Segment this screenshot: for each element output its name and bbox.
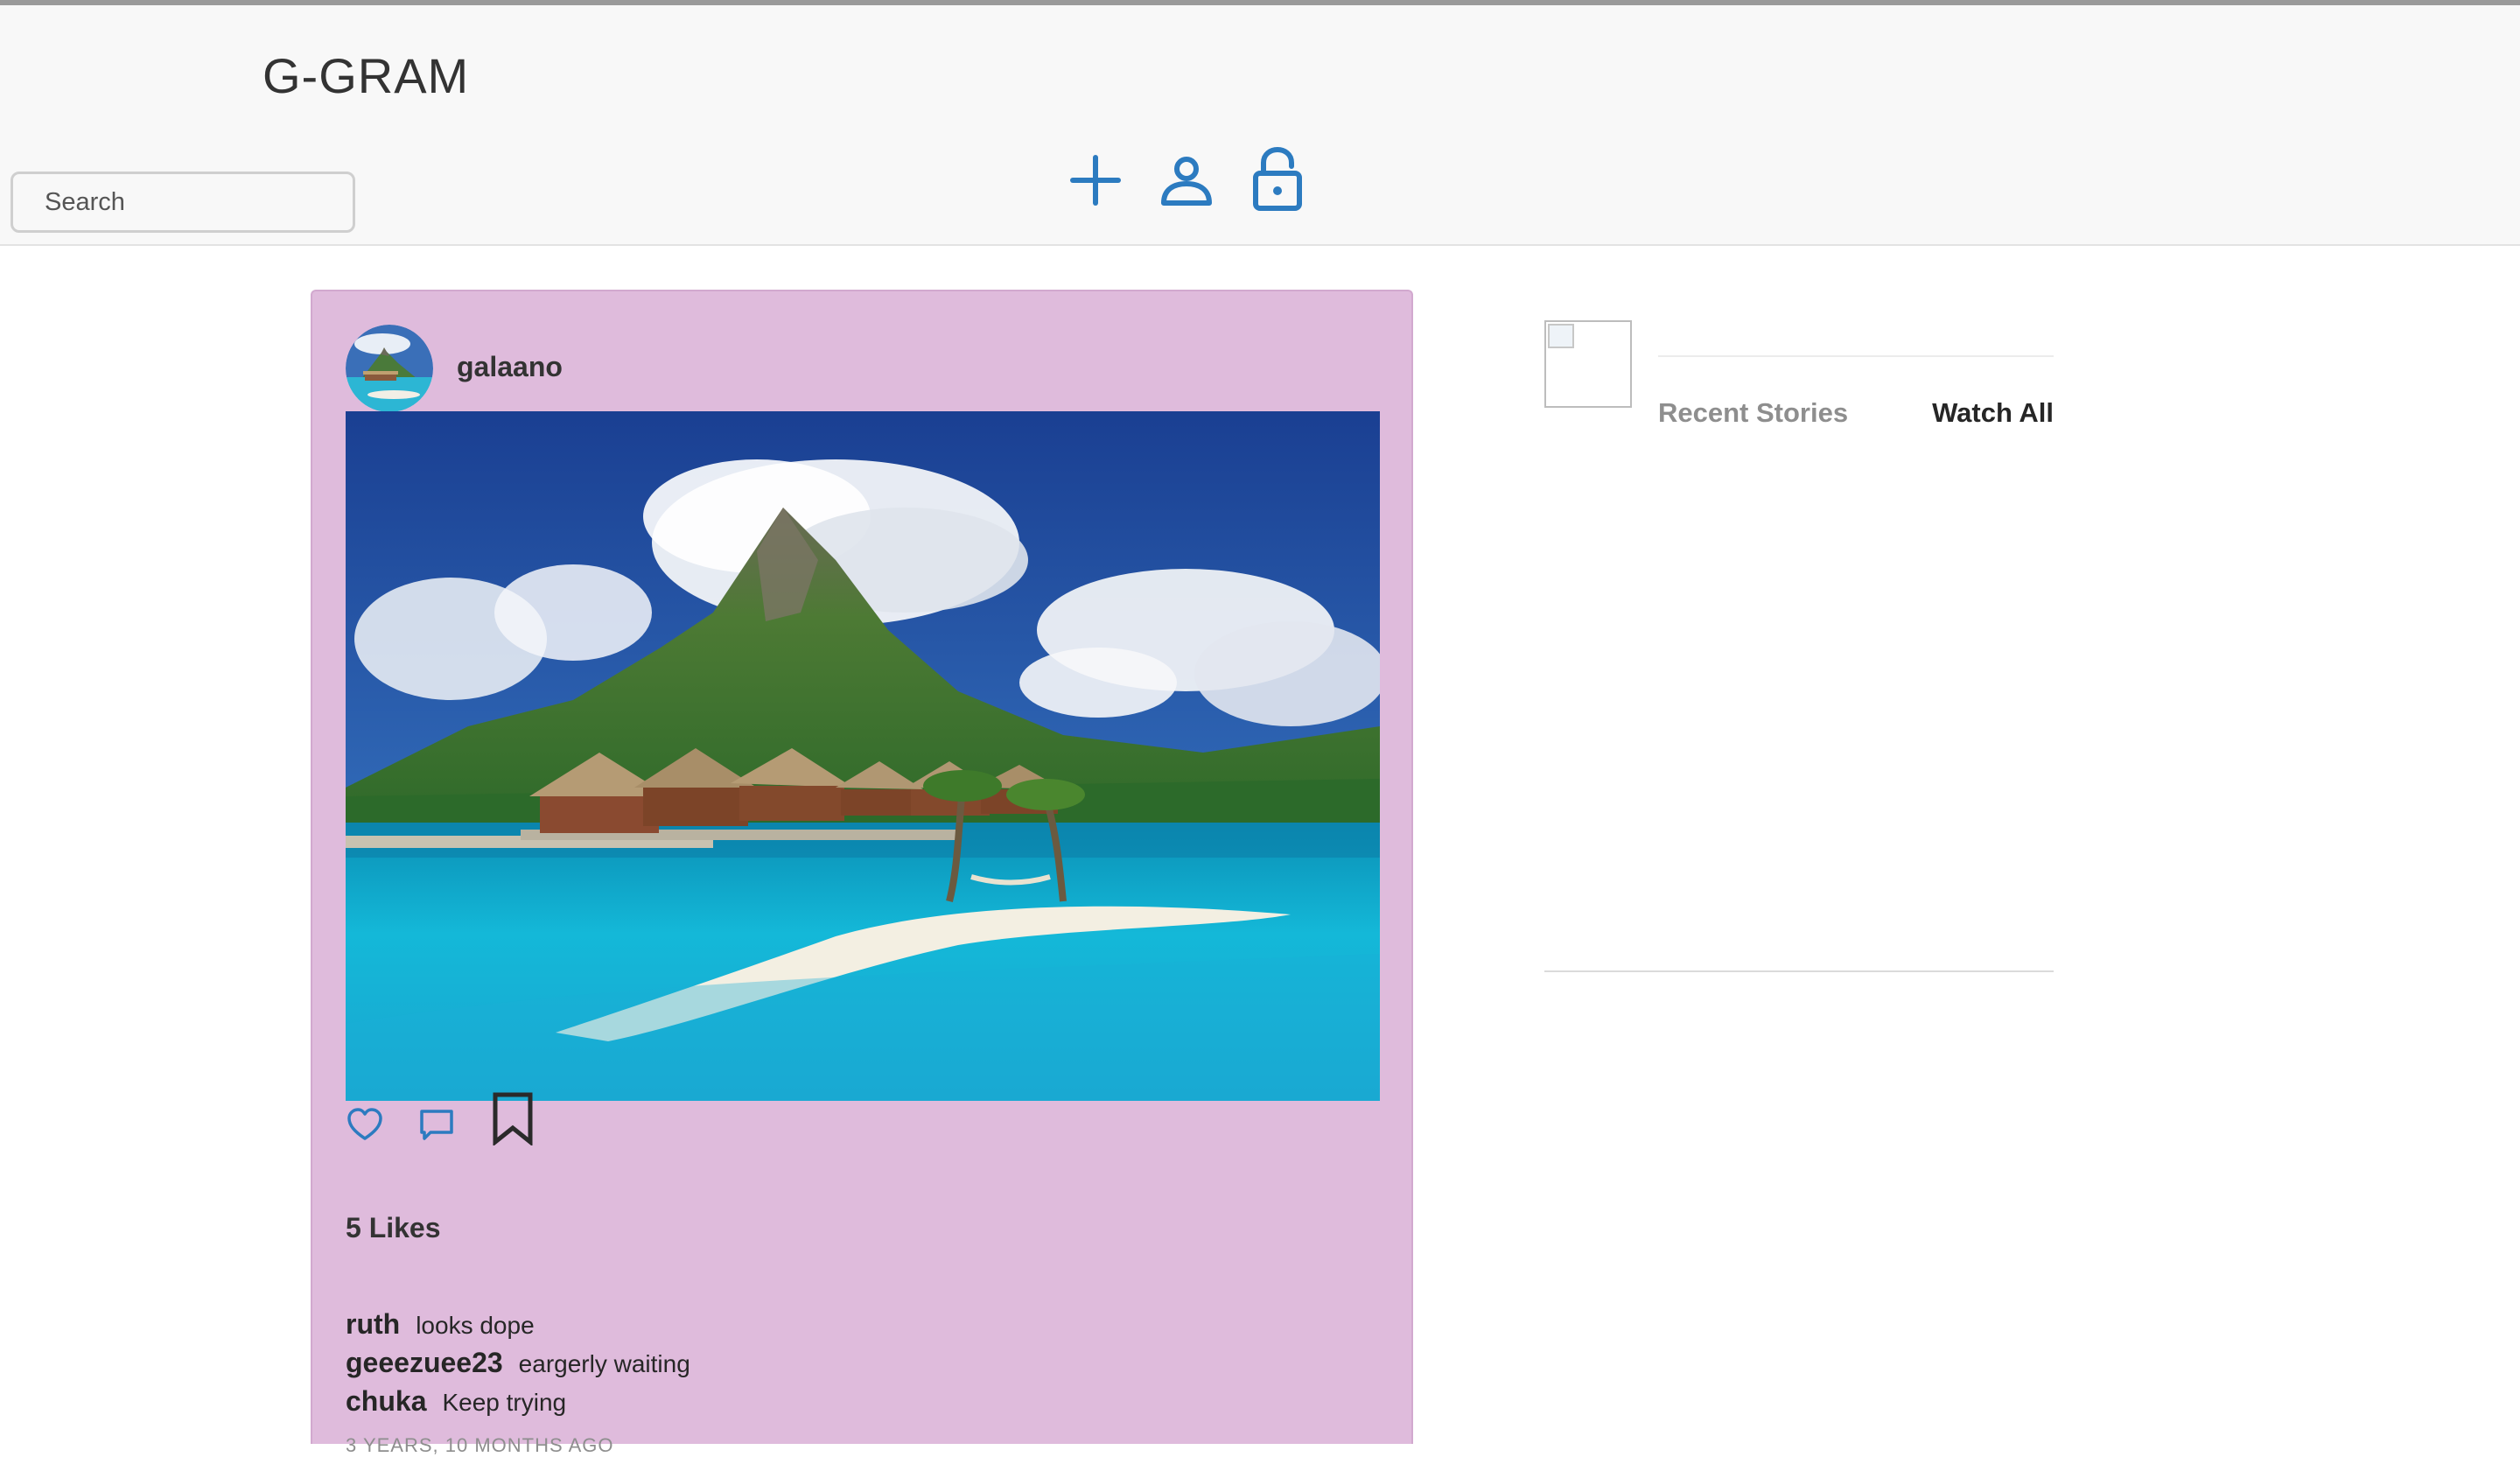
comment-username[interactable]: chuka xyxy=(346,1385,426,1417)
comment-icon[interactable] xyxy=(417,1105,456,1144)
post-image[interactable] xyxy=(346,411,1380,1101)
plus-icon[interactable] xyxy=(1066,145,1125,212)
broken-image-icon xyxy=(1548,324,1574,348)
user-icon[interactable] xyxy=(1157,145,1216,212)
comment-text: Keep trying xyxy=(442,1389,567,1416)
comment-text: looks dope xyxy=(416,1312,535,1339)
search-input[interactable] xyxy=(10,172,355,233)
post-username[interactable]: galaano xyxy=(457,351,563,383)
recent-stories-label: Recent Stories xyxy=(1658,397,1849,428)
comment-username[interactable]: geeezuee23 xyxy=(346,1347,503,1378)
comment-item: geeezuee23 eargerly waiting xyxy=(346,1343,690,1382)
comment-item: ruth looks dope xyxy=(346,1305,690,1343)
post-timestamp: 3 YEARS, 10 MONTHS AGO xyxy=(346,1434,614,1456)
divider xyxy=(1544,970,2054,972)
heart-icon[interactable] xyxy=(346,1105,384,1144)
nav-icon-group xyxy=(1066,145,1307,212)
profile-image-broken xyxy=(1544,320,1632,408)
unlock-icon[interactable] xyxy=(1248,145,1307,212)
bookmark-icon[interactable] xyxy=(490,1091,536,1145)
comment-text: eargerly waiting xyxy=(518,1350,690,1377)
post-card: galaano 5 Likes ruth looks dope geeezuee… xyxy=(311,290,1413,1456)
brand-logo[interactable]: G-GRAM xyxy=(262,47,469,104)
comments-list: ruth looks dope geeezuee23 eargerly waitin… xyxy=(346,1305,690,1420)
comment-username[interactable]: ruth xyxy=(346,1308,400,1340)
watch-all-link[interactable]: Watch All xyxy=(1932,397,2054,429)
divider xyxy=(1658,355,2054,357)
likes-count: 5 Likes xyxy=(346,1212,441,1243)
comment-item: chuka Keep trying xyxy=(346,1382,690,1420)
user-avatar[interactable] xyxy=(346,325,433,412)
navbar: G-GRAM xyxy=(0,5,2520,246)
